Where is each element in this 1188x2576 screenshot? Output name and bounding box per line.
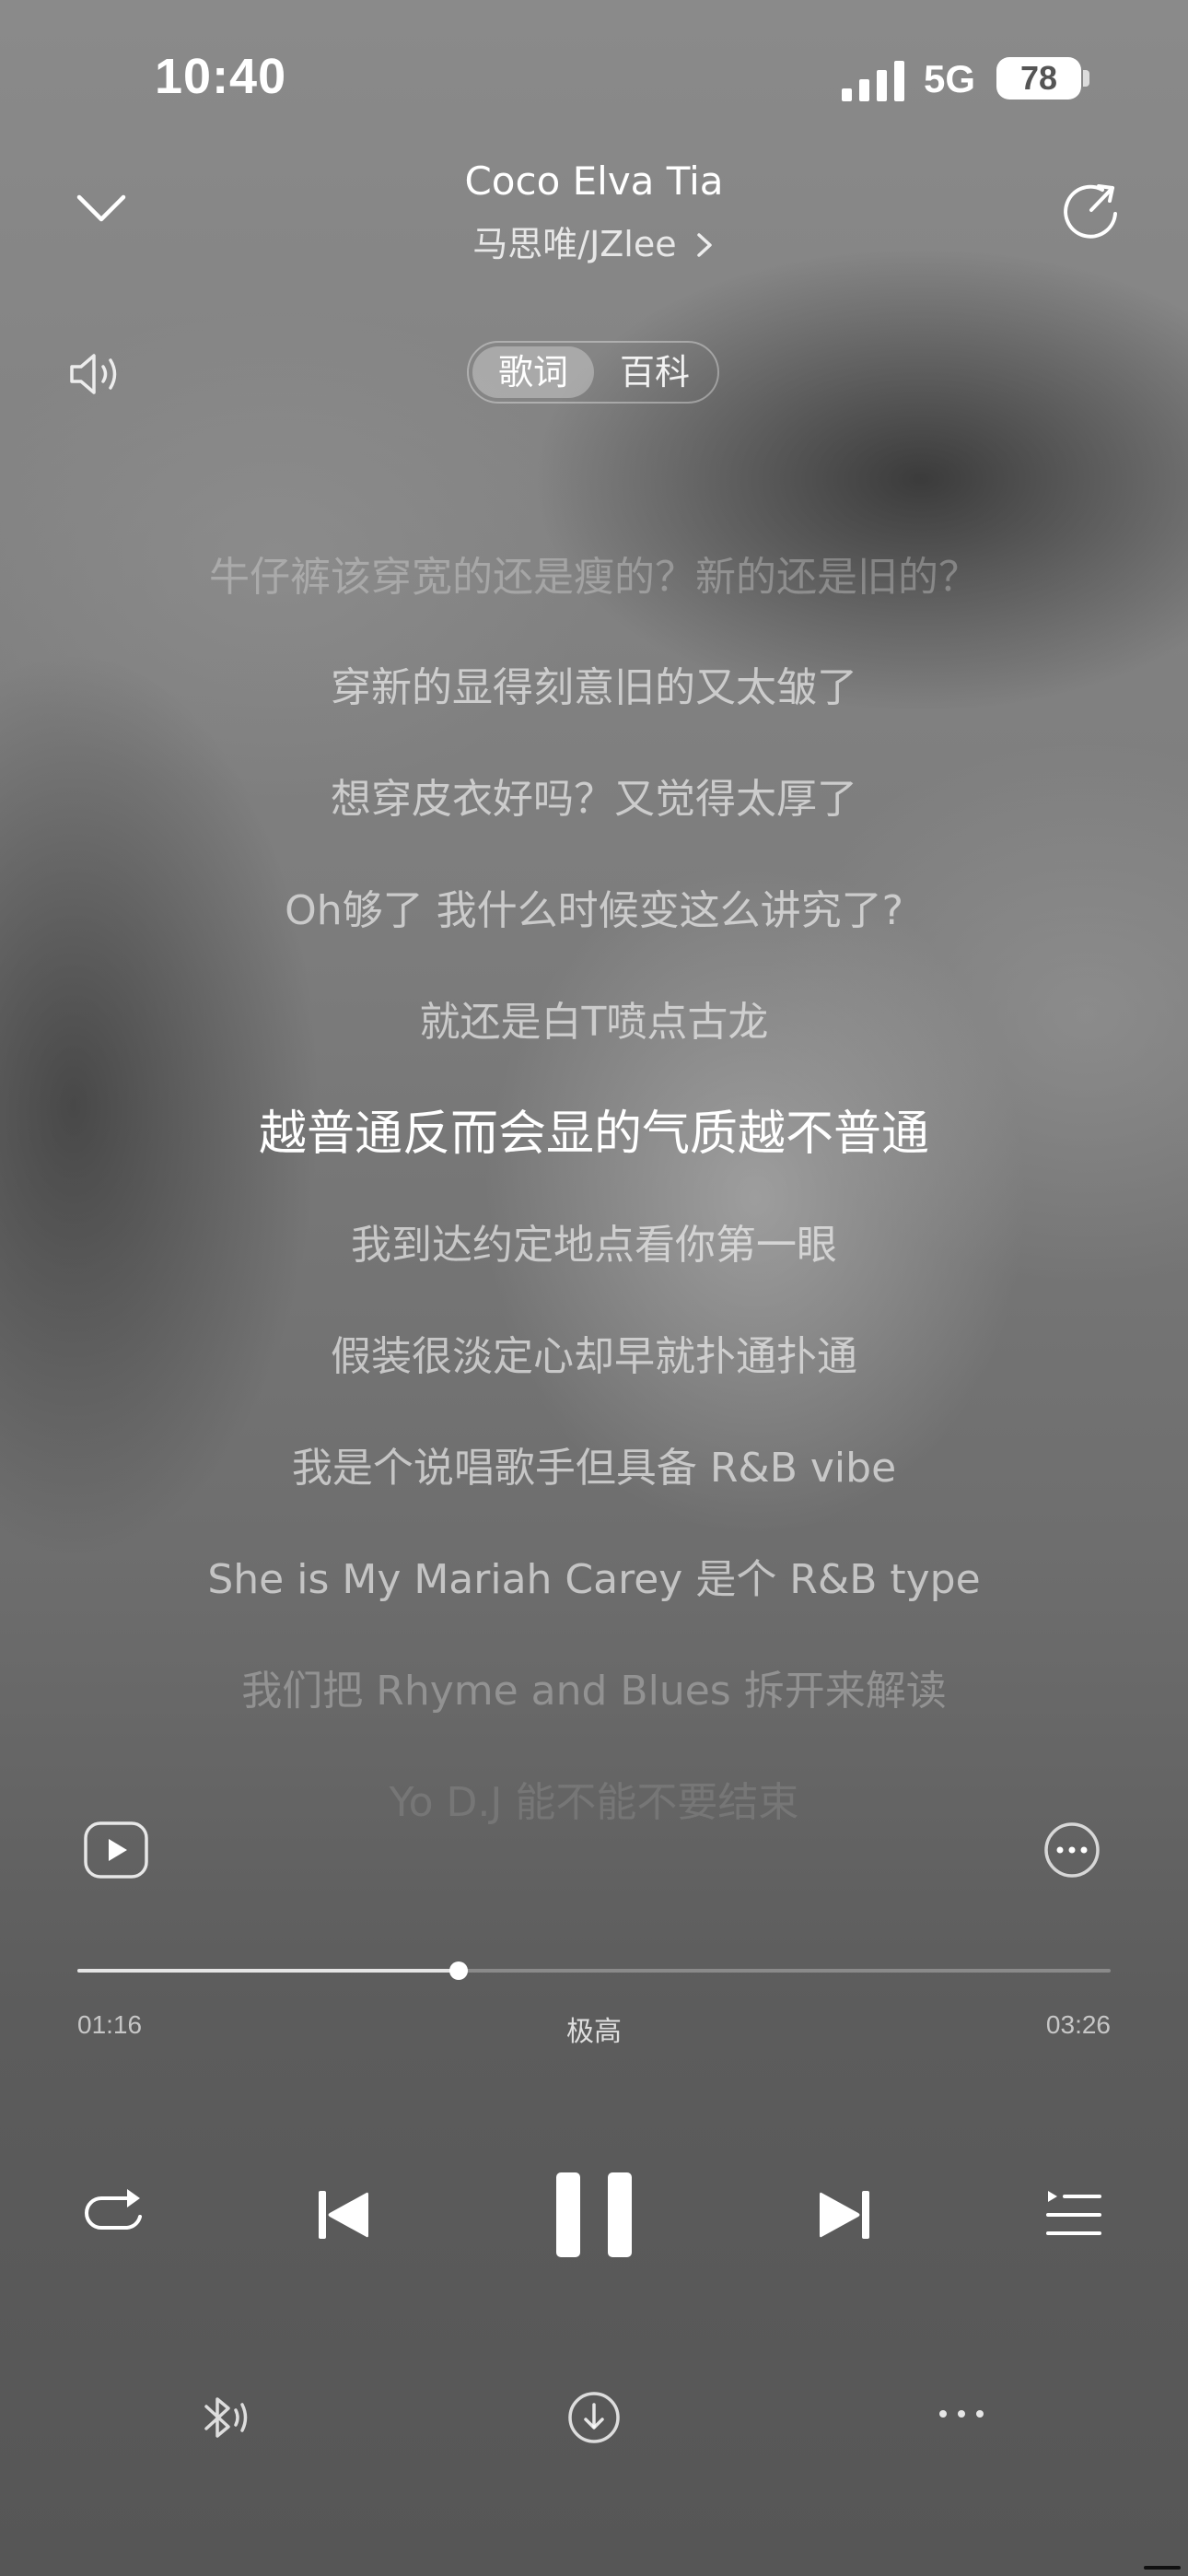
lyric-line[interactable]: 假装很淡定心却早就扑通扑通 <box>0 1323 1188 1382</box>
lyric-line[interactable]: Oh够了 我什么时候变这么讲究了? <box>0 877 1188 936</box>
battery-icon: 78 <box>996 57 1081 100</box>
lyric-line[interactable]: 想穿皮衣好吗？又觉得太厚了 <box>0 766 1188 825</box>
chevron-down-icon[interactable] <box>74 184 129 230</box>
pause-icon[interactable] <box>554 2171 634 2259</box>
speaker-icon[interactable] <box>66 348 125 400</box>
artist-name: 马思唯/JZlee <box>472 224 677 264</box>
tab-lyrics[interactable]: 歌词 <box>472 346 594 398</box>
bluetooth-audio-icon[interactable] <box>201 2392 256 2443</box>
more-circle-icon[interactable] <box>1042 1821 1101 1879</box>
battery-level: 78 <box>1019 59 1058 97</box>
video-play-icon[interactable] <box>83 1821 149 1879</box>
share-icon[interactable] <box>1062 181 1121 240</box>
status-time: 10:40 <box>155 49 287 104</box>
progress-slider[interactable] <box>77 1961 1111 1980</box>
repeat-icon[interactable] <box>81 2184 147 2244</box>
home-indicator <box>1144 2566 1181 2570</box>
network-type: 5G <box>924 57 976 100</box>
elapsed-time: 01:16 <box>77 2010 143 2039</box>
playlist-icon[interactable] <box>1044 2185 1103 2244</box>
audio-quality-button[interactable]: 极高 <box>502 2008 686 2049</box>
signal-icon <box>842 61 904 101</box>
download-icon[interactable] <box>566 2390 622 2445</box>
lyric-line[interactable]: Yo D.J 能不能不要结束 <box>0 1769 1188 1828</box>
lyric-line[interactable]: She is My Mariah Carey 是个 R&B type <box>0 1546 1188 1605</box>
lyric-line[interactable]: 穿新的显得刻意旧的又太皱了 <box>0 654 1188 713</box>
next-icon[interactable] <box>818 2187 871 2242</box>
progress-knob[interactable] <box>449 1961 469 1980</box>
lyrics-wiki-switch: 歌词 百科 <box>467 341 719 404</box>
total-duration: 03:26 <box>1045 2010 1111 2039</box>
chevron-right-icon <box>696 233 712 257</box>
battery-tip <box>1083 70 1089 87</box>
current-lyric-line[interactable]: 越普通反而会显的气质越不普通 <box>0 1095 1188 1164</box>
tab-wiki[interactable]: 百科 <box>594 346 716 398</box>
artist-link[interactable]: 马思唯/JZlee <box>318 216 870 266</box>
progress-fill <box>77 1969 460 1973</box>
song-title: Coco Elva Tia <box>464 158 724 204</box>
lyric-line[interactable]: 我们把 Rhyme and Blues 拆开来解读 <box>0 1657 1188 1716</box>
lyric-line[interactable]: 我到达约定地点看你第一眼 <box>0 1212 1188 1270</box>
lyric-line[interactable]: 就还是白T喷点古龙 <box>0 989 1188 1048</box>
more-icon[interactable] <box>936 2406 987 2421</box>
previous-icon[interactable] <box>317 2187 370 2242</box>
lyric-line[interactable]: 牛仔裤该穿宽的还是瘦的？新的还是旧的？ <box>0 544 1188 603</box>
lyric-line[interactable]: 我是个说唱歌手但具备 R&B vibe <box>0 1434 1188 1493</box>
